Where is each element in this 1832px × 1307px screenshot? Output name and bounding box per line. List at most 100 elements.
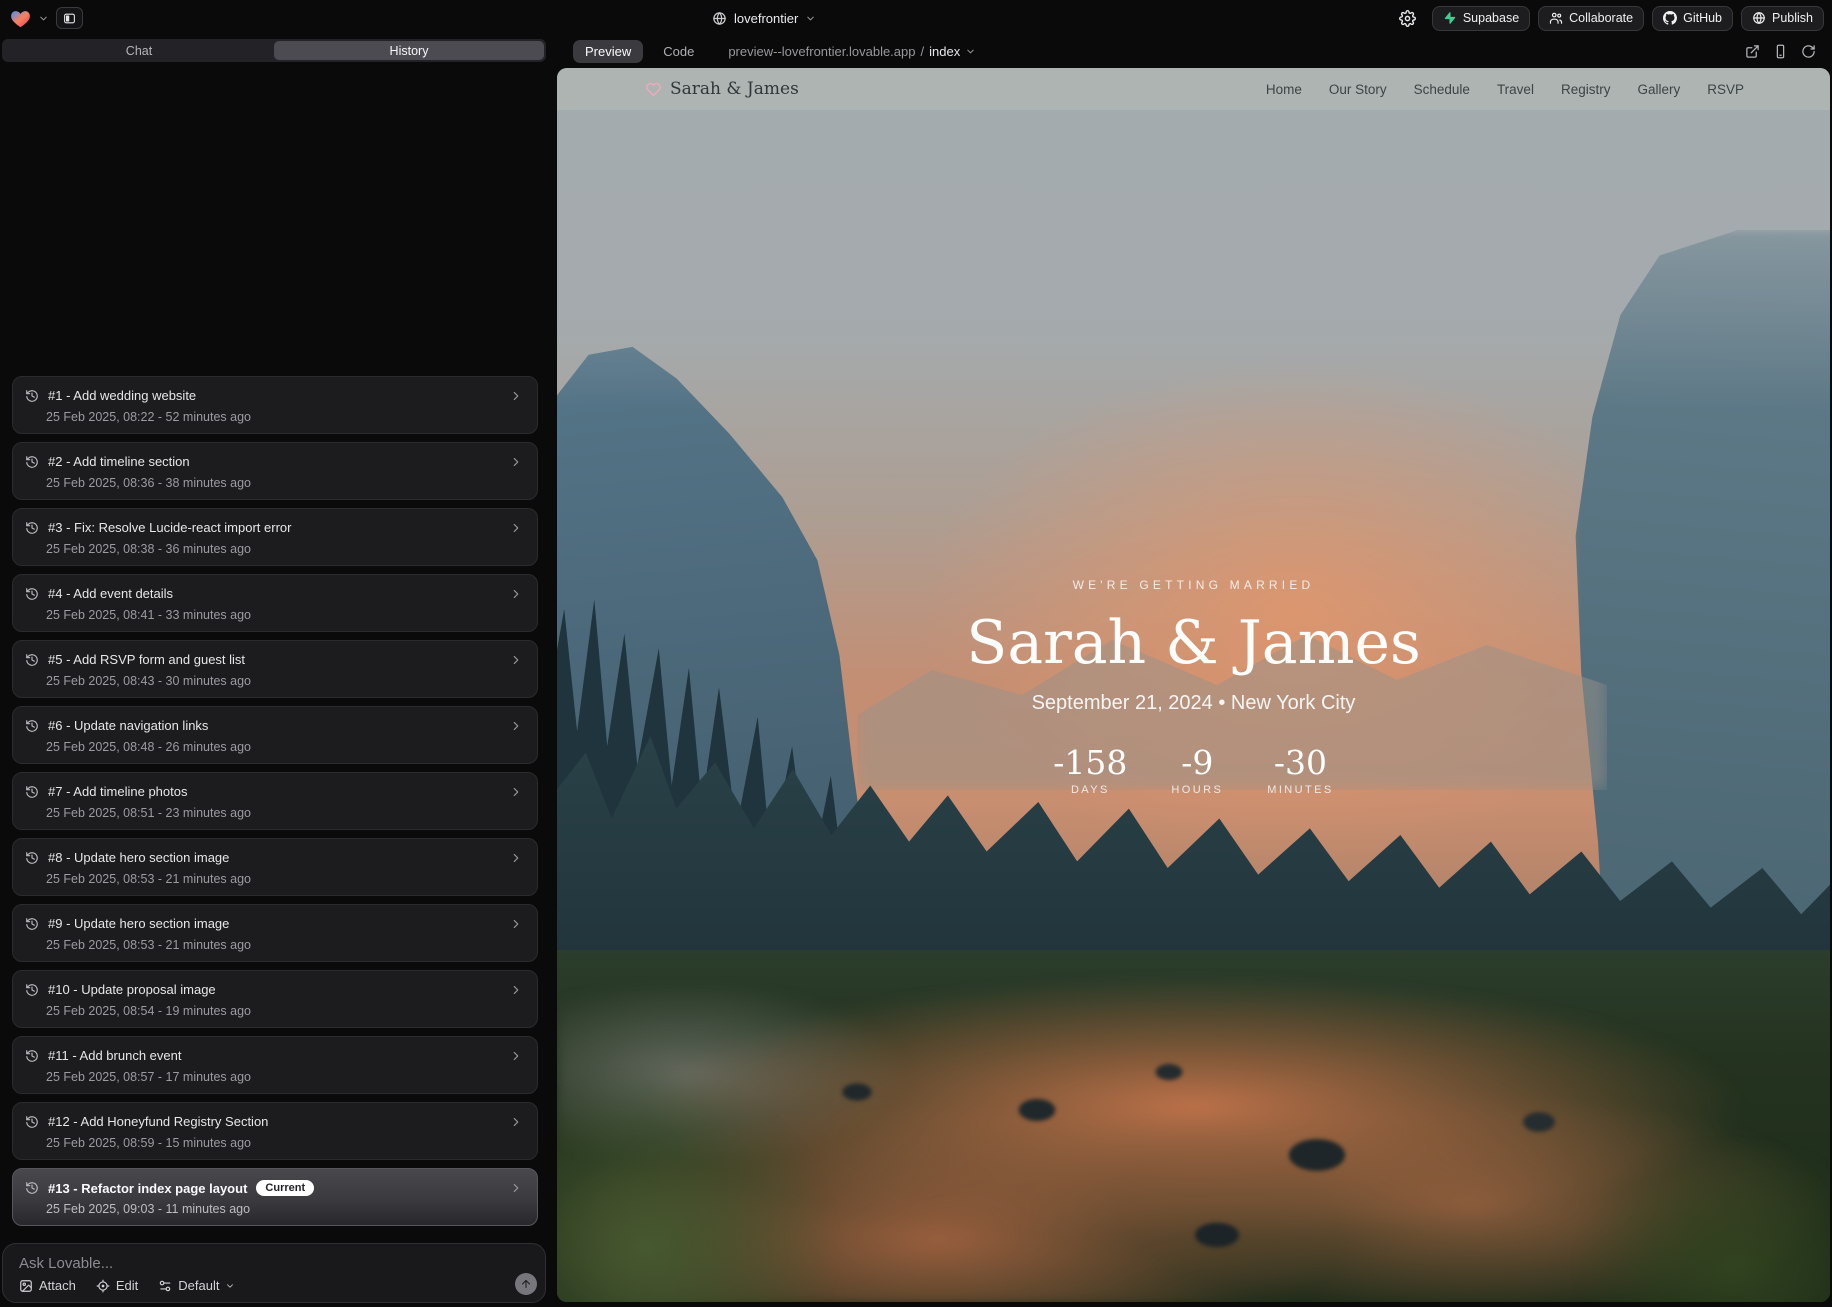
history-item[interactable]: #3 - Fix: Resolve Lucide-react import er… xyxy=(12,508,538,566)
history-item[interactable]: #7 - Add timeline photos25 Feb 2025, 08:… xyxy=(12,772,538,830)
composer-buttons: Attach Edit Default xyxy=(19,1278,235,1293)
github-button[interactable]: GitHub xyxy=(1652,6,1733,31)
open-in-new-tab-button[interactable] xyxy=(1745,44,1760,59)
preview-url[interactable]: preview--lovefrontier.lovable.app / inde… xyxy=(728,44,976,59)
history-item-title: #7 - Add timeline photos xyxy=(48,784,187,799)
tab-code[interactable]: Code xyxy=(657,40,700,63)
chevron-right-icon xyxy=(509,851,523,865)
history-item[interactable]: #9 - Update hero section image25 Feb 202… xyxy=(12,904,538,962)
composer-input[interactable] xyxy=(19,1252,479,1274)
chevron-down-icon xyxy=(805,13,816,24)
smartphone-icon xyxy=(1773,44,1788,59)
edit-button[interactable]: Edit xyxy=(96,1278,138,1293)
url-page: index xyxy=(929,44,960,59)
history-item[interactable]: #13 - Refactor index page layoutCurrent2… xyxy=(12,1168,538,1226)
history-item[interactable]: #8 - Update hero section image25 Feb 202… xyxy=(12,838,538,896)
history-item-timestamp: 25 Feb 2025, 08:41 - 33 minutes ago xyxy=(46,608,251,622)
refresh-button[interactable] xyxy=(1801,44,1816,59)
supabase-icon xyxy=(1443,11,1457,25)
top-bar: lovefrontier Supabase Collaborate GitHub Pu… xyxy=(0,0,1832,36)
hero-title: Sarah & James xyxy=(557,610,1830,676)
history-item-title: #9 - Update hero section image xyxy=(48,916,229,931)
target-icon xyxy=(96,1279,110,1293)
chevron-down-icon[interactable] xyxy=(38,13,49,24)
chevron-right-icon xyxy=(509,1181,523,1195)
supabase-button[interactable]: Supabase xyxy=(1432,6,1530,31)
nav-link-our-story[interactable]: Our Story xyxy=(1329,82,1387,97)
countdown-label: MINUTES xyxy=(1267,784,1333,796)
chevron-right-icon xyxy=(509,1049,523,1063)
globe-icon xyxy=(712,11,727,26)
panel-left-icon xyxy=(62,12,77,25)
chevron-right-icon xyxy=(509,1115,523,1129)
countdown-value: -158 xyxy=(1053,745,1127,781)
history-item[interactable]: #1 - Add wedding website25 Feb 2025, 08:… xyxy=(12,376,538,434)
history-item-title: #2 - Add timeline section xyxy=(48,454,190,469)
current-badge: Current xyxy=(256,1180,314,1196)
hero-subtitle: September 21, 2024 • New York City xyxy=(557,692,1830,715)
nav-link-rsvp[interactable]: RSVP xyxy=(1707,82,1744,97)
lovable-logo-icon[interactable] xyxy=(10,9,31,28)
history-list: #1 - Add wedding website25 Feb 2025, 08:… xyxy=(12,376,538,1234)
history-item[interactable]: #2 - Add timeline section25 Feb 2025, 08… xyxy=(12,442,538,500)
history-item-timestamp: 25 Feb 2025, 08:59 - 15 minutes ago xyxy=(46,1136,251,1150)
supabase-label: Supabase xyxy=(1463,11,1519,25)
history-item[interactable]: #5 - Add RSVP form and guest list25 Feb … xyxy=(12,640,538,698)
publish-button[interactable]: Publish xyxy=(1741,6,1824,31)
history-item[interactable]: #6 - Update navigation links25 Feb 2025,… xyxy=(12,706,538,764)
mode-select-button[interactable]: Default xyxy=(158,1278,235,1293)
publish-label: Publish xyxy=(1772,11,1813,25)
tab-chat[interactable]: Chat xyxy=(4,41,274,60)
arrow-up-icon xyxy=(520,1278,532,1290)
history-item-title: #11 - Add brunch event xyxy=(48,1048,181,1063)
history-icon xyxy=(25,851,39,865)
github-label: GitHub xyxy=(1683,11,1722,25)
preview-toolbar: Preview Code preview--lovefrontier.lovab… xyxy=(557,36,1832,66)
collaborate-button[interactable]: Collaborate xyxy=(1538,6,1644,31)
chevron-right-icon xyxy=(509,653,523,667)
chevron-right-icon xyxy=(509,983,523,997)
hero-content: WE'RE GETTING MARRIED Sarah & James Sept… xyxy=(557,578,1830,796)
history-item-title: #12 - Add Honeyfund Registry Section xyxy=(48,1114,268,1129)
history-icon xyxy=(25,1181,39,1195)
app: { "topbar": { "project_name": "lovefront… xyxy=(0,0,1832,1307)
tab-history[interactable]: History xyxy=(274,41,544,60)
edit-label: Edit xyxy=(116,1278,138,1293)
sliders-icon xyxy=(158,1279,172,1293)
history-icon xyxy=(25,455,39,469)
history-item[interactable]: #12 - Add Honeyfund Registry Section 25 F… xyxy=(12,1102,538,1160)
nav-link-home[interactable]: Home xyxy=(1266,82,1302,97)
send-button[interactable] xyxy=(515,1273,537,1295)
history-icon xyxy=(25,719,39,733)
publish-icon xyxy=(1752,11,1766,25)
history-item[interactable]: #10 - Update proposal image25 Feb 2025, … xyxy=(12,970,538,1028)
mobile-view-button[interactable] xyxy=(1773,44,1788,59)
sidebar-toggle-button[interactable] xyxy=(56,7,83,29)
countdown-minutes: -30MINUTES xyxy=(1267,745,1333,796)
countdown-label: DAYS xyxy=(1053,784,1127,796)
history-item-timestamp: 25 Feb 2025, 08:22 - 52 minutes ago xyxy=(46,410,251,424)
site-header: Sarah & James Home Our Story Schedule Trave… xyxy=(557,68,1830,110)
history-item-title: #4 - Add event details xyxy=(48,586,173,601)
nav-link-registry[interactable]: Registry xyxy=(1561,82,1611,97)
history-icon xyxy=(25,983,39,997)
history-icon xyxy=(25,1115,39,1129)
history-item-title: #5 - Add RSVP form and guest list xyxy=(48,652,245,667)
countdown-label: HOURS xyxy=(1171,784,1223,796)
top-bar-left xyxy=(10,0,83,36)
history-item-title: #6 - Update navigation links xyxy=(48,718,208,733)
history-item[interactable]: #11 - Add brunch event25 Feb 2025, 08:57… xyxy=(12,1036,538,1094)
nav-link-travel[interactable]: Travel xyxy=(1497,82,1534,97)
attach-button[interactable]: Attach xyxy=(19,1278,76,1293)
countdown-days: -158 DAYS xyxy=(1053,745,1127,796)
site-brand[interactable]: Sarah & James xyxy=(645,79,799,99)
composer: Attach Edit Default xyxy=(2,1243,546,1303)
tab-preview[interactable]: Preview xyxy=(573,40,643,63)
history-item[interactable]: #4 - Add event details 25 Feb 2025, 08:41… xyxy=(12,574,538,632)
project-switcher[interactable]: lovefrontier xyxy=(712,0,816,36)
nav-link-schedule[interactable]: Schedule xyxy=(1414,82,1470,97)
nav-link-gallery[interactable]: Gallery xyxy=(1637,82,1680,97)
attach-label: Attach xyxy=(39,1278,76,1293)
settings-button[interactable] xyxy=(1396,6,1420,30)
chevron-down-icon xyxy=(225,1281,235,1291)
